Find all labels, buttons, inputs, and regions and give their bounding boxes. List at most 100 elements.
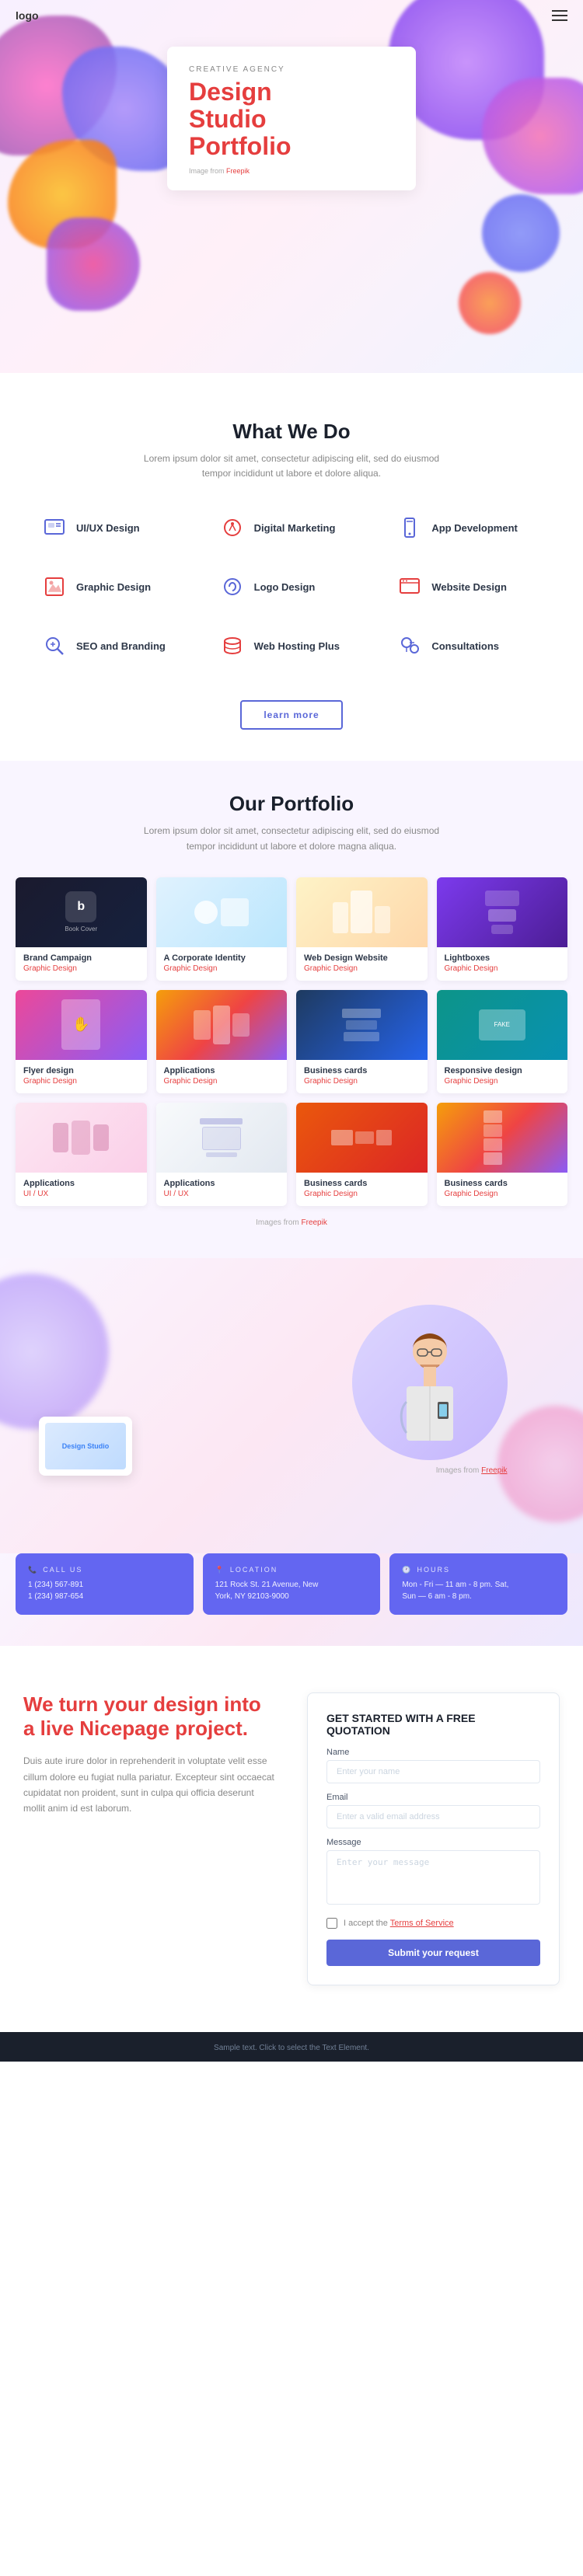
portfolio-item-7[interactable]: FAKE Responsive design Graphic Design — [437, 990, 568, 1093]
footer-text: Sample text. Click to select the Text El… — [214, 2044, 369, 2052]
portfolio-thumb-8 — [16, 1103, 147, 1173]
freepik-link[interactable]: Freepik — [226, 167, 250, 175]
service-graphic: Graphic Design — [31, 563, 197, 610]
call-info: 1 (234) 567-891 1 (234) 987-654 — [28, 1579, 181, 1602]
email-form-group: Email — [326, 1793, 540, 1828]
laptop-card: Design Studio — [39, 1417, 132, 1476]
service-web: Website Design — [386, 563, 552, 610]
hamburger-menu[interactable] — [552, 10, 567, 21]
about-left: Design Studio — [23, 1305, 284, 1507]
portfolio-thumb-6 — [296, 990, 428, 1060]
service-web-label: Website Design — [431, 581, 507, 593]
hours-icon: 🕐 — [402, 1566, 412, 1574]
name-input[interactable] — [326, 1760, 540, 1783]
message-form-group: Message — [326, 1838, 540, 1908]
hero-section: CREATIVE AGENCY Design Studio Portfolio … — [0, 0, 583, 373]
message-input[interactable] — [326, 1850, 540, 1905]
contact-card-location: 📍 LOCATION 121 Rock St. 21 Avenue, New Y… — [203, 1553, 381, 1615]
about-images-credit: Images from Freepik — [352, 1466, 508, 1475]
blob-decoration-4 — [47, 218, 140, 311]
learn-more-button[interactable]: learn more — [240, 700, 342, 730]
blob-decoration-8 — [459, 272, 521, 334]
service-seo: SEO and Branding — [31, 622, 197, 669]
portfolio-item-5[interactable]: Applications Graphic Design — [156, 990, 288, 1093]
service-logo: Logo Design — [209, 563, 375, 610]
portfolio-thumb-2 — [296, 877, 428, 947]
name-label: Name — [326, 1748, 540, 1757]
portfolio-item-4[interactable]: ✋ Flyer design Graphic Design — [16, 990, 147, 1093]
portfolio-thumb-1 — [156, 877, 288, 947]
digital-icon — [218, 514, 246, 542]
blob-decoration-7 — [482, 194, 560, 272]
portfolio-thumb-5 — [156, 990, 288, 1060]
portfolio-item-1[interactable]: A Corporate Identity Graphic Design — [156, 877, 288, 981]
hero-image-credit: Image from Freepik — [189, 167, 394, 175]
portfolio-item-11[interactable]: Business cards Graphic Design — [437, 1103, 568, 1206]
service-uiux-label: UI/UX Design — [76, 522, 140, 534]
form-left-text: Duis aute irure dolor in reprehenderit i… — [23, 1753, 276, 1817]
form-title: GET STARTED WITH A FREE QUOTATION — [326, 1712, 540, 1737]
footer: Sample text. Click to select the Text El… — [0, 2032, 583, 2062]
agency-label: CREATIVE AGENCY — [189, 65, 394, 74]
form-left-title: We turn your design into a live Nicepage… — [23, 1692, 276, 1741]
service-seo-label: SEO and Branding — [76, 640, 166, 652]
hours-info: Mon - Fri — 11 am - 8 pm. Sat, Sun — 6 a… — [402, 1579, 555, 1602]
service-graphic-label: Graphic Design — [76, 581, 151, 593]
contact-info-section: 📞 CALL US 1 (234) 567-891 1 (234) 987-65… — [0, 1553, 583, 1646]
portfolio-item-9[interactable]: Applications UI / UX — [156, 1103, 288, 1206]
consult-icon — [396, 632, 424, 660]
web-icon — [396, 573, 424, 601]
portfolio-item-2[interactable]: Web Design Website Graphic Design — [296, 877, 428, 981]
name-form-group: Name — [326, 1748, 540, 1783]
hosting-icon — [218, 632, 246, 660]
what-we-do-title: What We Do — [31, 420, 552, 444]
contact-cards: 📞 CALL US 1 (234) 567-891 1 (234) 987-65… — [16, 1553, 567, 1615]
location-icon: 📍 — [215, 1566, 225, 1574]
form-card: GET STARTED WITH A FREE QUOTATION Name E… — [307, 1692, 560, 1985]
portfolio-thumb-3 — [437, 877, 568, 947]
app-icon — [396, 514, 424, 542]
submit-button[interactable]: Submit your request — [326, 1940, 540, 1966]
graphic-icon — [40, 573, 68, 601]
message-label: Message — [326, 1838, 540, 1847]
terms-link[interactable]: Terms of Service — [390, 1919, 454, 1928]
service-app: App Development — [386, 504, 552, 551]
service-consult: Consultations — [386, 622, 552, 669]
portfolio-thumb-7: FAKE — [437, 990, 568, 1060]
terms-checkbox[interactable] — [326, 1918, 337, 1929]
form-right-content: GET STARTED WITH A FREE QUOTATION Name E… — [307, 1692, 560, 1985]
seo-icon — [40, 632, 68, 660]
contact-card-hours: 🕐 HOURS Mon - Fri — 11 am - 8 pm. Sat, S… — [389, 1553, 567, 1615]
portfolio-title: Our Portfolio — [16, 792, 567, 816]
portfolio-item-0[interactable]: b Book Cover Brand Campaign Graphic Desi… — [16, 877, 147, 981]
email-input[interactable] — [326, 1805, 540, 1828]
contact-card-call: 📞 CALL US 1 (234) 567-891 1 (234) 987-65… — [16, 1553, 194, 1615]
about-freepik-link[interactable]: Freepik — [481, 1466, 507, 1475]
blob-decoration-6 — [482, 78, 583, 194]
portfolio-subtitle: Lorem ipsum dolor sit amet, consectetur … — [136, 824, 447, 853]
portfolio-item-8[interactable]: Applications UI / UX — [16, 1103, 147, 1206]
what-we-do-section: What We Do Lorem ipsum dolor sit amet, c… — [0, 373, 583, 761]
site-logo[interactable]: logo — [16, 9, 39, 22]
what-we-do-subtitle: Lorem ipsum dolor sit amet, consectetur … — [136, 451, 447, 481]
location-info: 121 Rock St. 21 Avenue, New York, NY 921… — [215, 1579, 368, 1602]
portfolio-item-3[interactable]: Lightboxes Graphic Design — [437, 877, 568, 981]
form-left-content: We turn your design into a live Nicepage… — [23, 1692, 276, 1817]
portfolio-thumb-0: b Book Cover — [16, 877, 147, 947]
about-content: Design Studio — [23, 1305, 560, 1507]
portfolio-item-10[interactable]: Business cards Graphic Design — [296, 1103, 428, 1206]
services-grid: UI/UX Design Digital Marketing App Devel… — [31, 504, 552, 669]
service-consult-label: Consultations — [431, 640, 499, 652]
portfolio-image-credit: Images from Freepik — [16, 1218, 567, 1227]
service-hosting: Web Hosting Plus — [209, 622, 375, 669]
hero-title: Design Studio Portfolio — [189, 78, 394, 161]
call-icon: 📞 — [28, 1566, 38, 1574]
laptop-screen: Design Studio — [45, 1423, 126, 1469]
hero-card: CREATIVE AGENCY Design Studio Portfolio … — [167, 47, 416, 190]
uiux-icon — [40, 514, 68, 542]
portfolio-thumb-4: ✋ — [16, 990, 147, 1060]
portfolio-item-6[interactable]: Business cards Graphic Design — [296, 990, 428, 1093]
about-section: Design Studio — [0, 1258, 583, 1553]
portfolio-freepik-link[interactable]: Freepik — [302, 1218, 327, 1227]
portfolio-thumb-9 — [156, 1103, 288, 1173]
